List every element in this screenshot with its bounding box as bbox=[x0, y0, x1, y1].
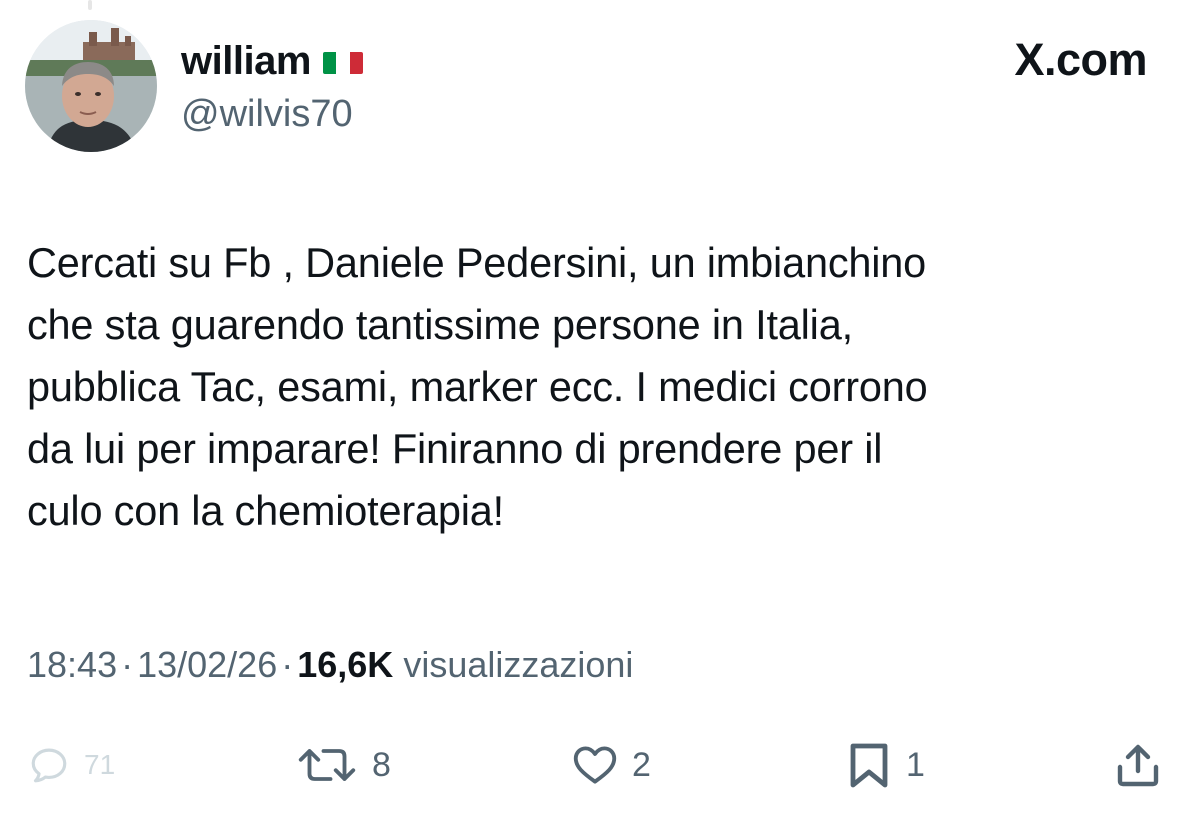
repost-count: 8 bbox=[372, 745, 391, 784]
brand-logo: X.com bbox=[1014, 34, 1147, 85]
reply-button[interactable]: 71 bbox=[28, 735, 115, 795]
bookmark-count: 1 bbox=[906, 745, 925, 784]
action-bar: 71 8 2 1 bbox=[0, 735, 1200, 795]
tweet-text-line: che sta guarendo tantissime persone in I… bbox=[27, 301, 853, 348]
author-name-row: william bbox=[181, 37, 363, 85]
tweet-time[interactable]: 18:43 bbox=[27, 644, 117, 685]
reply-icon bbox=[31, 748, 67, 783]
like-count: 2 bbox=[632, 745, 651, 784]
avatar-photo bbox=[25, 20, 157, 152]
views-count[interactable]: 16,6K bbox=[297, 644, 393, 685]
like-button[interactable]: 2 bbox=[572, 735, 651, 795]
author-display-name[interactable]: william bbox=[181, 37, 311, 85]
tweet-text-line: pubblica Tac, esami, marker ecc. I medic… bbox=[27, 363, 928, 410]
bookmark-button[interactable]: 1 bbox=[846, 735, 925, 795]
author-handle[interactable]: @wilvis70 bbox=[181, 92, 353, 136]
tweet-meta: 18:43 · 13/02/26 · 16,6K visualizzazioni bbox=[27, 640, 633, 690]
tweet-text-line: Cercati su Fb , Daniele Pedersini, un im… bbox=[27, 239, 927, 286]
reply-count: 71 bbox=[84, 749, 116, 780]
tweet-text: Cercati su Fb , Daniele Pedersini, un im… bbox=[27, 232, 1177, 542]
repost-icon bbox=[298, 749, 356, 781]
thread-connector bbox=[88, 0, 92, 10]
heart-icon bbox=[573, 746, 617, 784]
italy-flag-icon bbox=[322, 52, 363, 74]
share-icon bbox=[1117, 744, 1159, 787]
repost-button[interactable]: 8 bbox=[296, 735, 391, 795]
meta-separator: · bbox=[281, 644, 294, 685]
tweet-text-line: da lui per imparare! Finiranno di prende… bbox=[27, 425, 883, 472]
bookmark-icon bbox=[850, 743, 888, 788]
tweet-date[interactable]: 13/02/26 bbox=[137, 644, 277, 685]
avatar[interactable] bbox=[25, 20, 157, 152]
tweet-text-line: culo con la chemioterapia! bbox=[27, 487, 504, 534]
tweet-card: william @wilvis70 X.com Cercati su Fb , … bbox=[0, 0, 1200, 830]
views-label: visualizzazioni bbox=[403, 644, 634, 685]
meta-separator: · bbox=[121, 644, 134, 685]
share-button[interactable] bbox=[1113, 735, 1163, 795]
